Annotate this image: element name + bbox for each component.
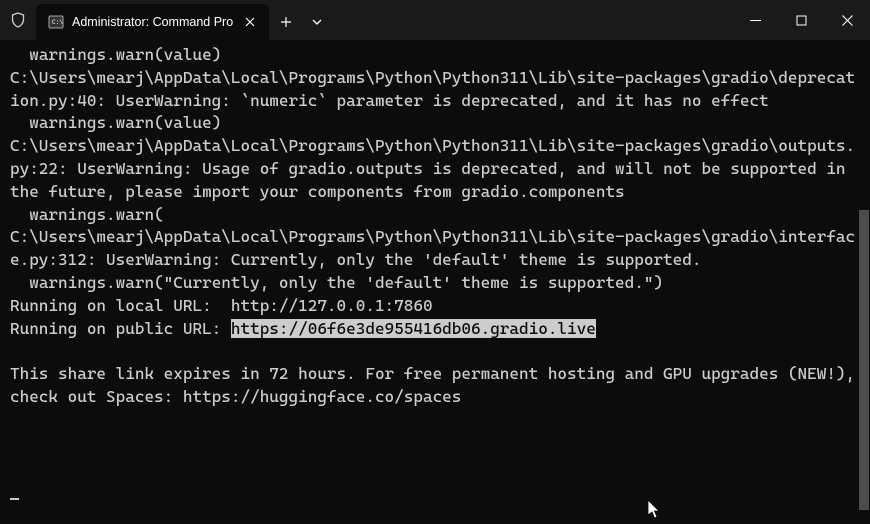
scrollbar-thumb[interactable] <box>859 210 869 510</box>
public-url-label: Running on public URL: <box>10 319 231 338</box>
tab-dropdown-button[interactable] <box>303 4 331 40</box>
output-line: Running on local URL: http://127.0.0.1:7… <box>10 296 433 315</box>
output-line: C:\Users\mearj\AppData\Local\Programs\Py… <box>10 68 855 110</box>
admin-shield-icon <box>0 0 36 40</box>
terminal-tab[interactable]: C:\ Administrator: Command Pro <box>36 4 269 40</box>
new-tab-button[interactable] <box>269 4 303 40</box>
maximize-button[interactable] <box>778 0 824 40</box>
mouse-cursor-icon <box>648 500 662 524</box>
titlebar-drag-region[interactable] <box>331 0 732 40</box>
titlebar: C:\ Administrator: Command Pro <box>0 0 870 40</box>
output-line: C:\Users\mearj\AppData\Local\Programs\Py… <box>10 227 855 269</box>
terminal-cursor <box>10 498 19 500</box>
selected-url[interactable]: https://06f6e3de955416db06.gradio.live <box>231 319 596 338</box>
tab-close-button[interactable] <box>241 13 259 31</box>
scrollbar[interactable] <box>859 40 869 518</box>
cmd-icon: C:\ <box>48 14 64 30</box>
terminal-output[interactable]: warnings.warn(value) C:\Users\mearj\AppD… <box>0 40 870 419</box>
output-line: warnings.warn("Currently, only the 'defa… <box>10 273 663 292</box>
svg-text:C:\: C:\ <box>52 19 63 26</box>
output-line: warnings.warn(value) <box>10 45 221 64</box>
close-button[interactable] <box>824 0 870 40</box>
output-line: warnings.warn(value) <box>10 113 221 132</box>
output-line: This share link expires in 72 hours. For… <box>10 364 865 406</box>
minimize-button[interactable] <box>732 0 778 40</box>
output-line: warnings.warn( <box>10 205 164 224</box>
window-controls <box>732 0 870 40</box>
output-line: C:\Users\mearj\AppData\Local\Programs\Py… <box>10 136 855 201</box>
tab-title: Administrator: Command Pro <box>72 15 233 29</box>
